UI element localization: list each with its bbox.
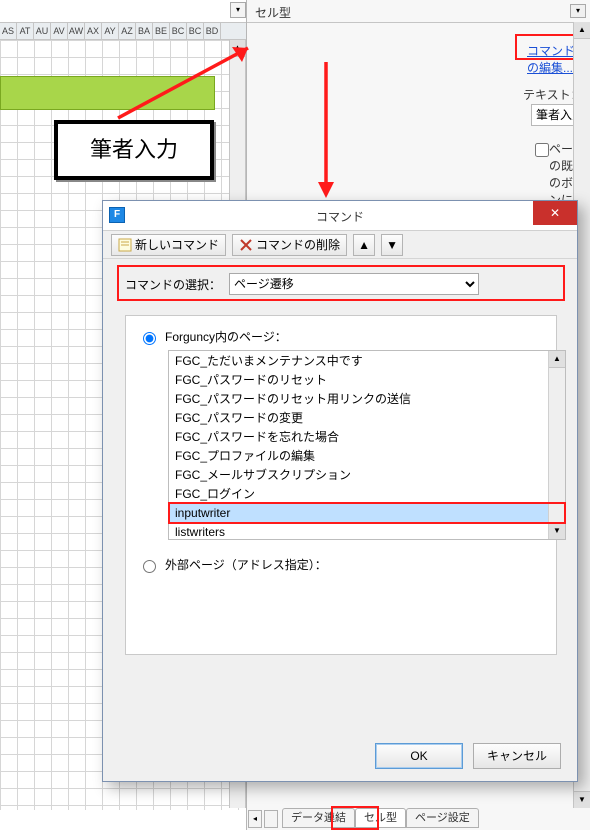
- scroll-down-icon[interactable]: ▼: [574, 791, 590, 808]
- dialog-toolbar: 新しいコマンド コマンドの削除 ▲ ▼: [103, 231, 577, 259]
- external-page-radio[interactable]: [143, 560, 156, 573]
- panel-collapse-icon[interactable]: ▾: [570, 4, 586, 18]
- button-cell-preview: 筆者入力: [54, 120, 214, 180]
- page-listbox[interactable]: FGC_ただいまメンテナンス中ですFGC_パスワードのリセットFGC_パスワード…: [168, 350, 566, 540]
- default-button-checkbox[interactable]: [535, 143, 549, 157]
- move-down-button[interactable]: ▼: [381, 234, 403, 256]
- column-header[interactable]: BA: [136, 23, 153, 41]
- new-command-button[interactable]: 新しいコマンド: [111, 234, 226, 256]
- page-list-item[interactable]: FGC_パスワードのリセット: [169, 370, 565, 389]
- column-header[interactable]: BC: [187, 23, 204, 41]
- scroll-up-icon[interactable]: ▲: [230, 40, 245, 57]
- delete-command-label: コマンドの削除: [256, 235, 340, 255]
- page-list-item[interactable]: listwriters: [169, 522, 565, 540]
- column-header[interactable]: AY: [102, 23, 119, 41]
- dialog-titlebar[interactable]: F コマンド ✕: [103, 201, 577, 231]
- delete-command-button[interactable]: コマンドの削除: [232, 234, 347, 256]
- column-header[interactable]: BD: [204, 23, 221, 41]
- scroll-down-icon[interactable]: ▼: [549, 522, 565, 539]
- page-list-item[interactable]: FGC_プロファイルの編集: [169, 446, 565, 465]
- column-headers: ASATAUAVAWAXAYAZBABEBCBCBD: [0, 22, 246, 40]
- column-header[interactable]: BE: [153, 23, 170, 41]
- new-command-label: 新しいコマンド: [135, 235, 219, 255]
- ok-button[interactable]: OK: [375, 743, 463, 769]
- column-header[interactable]: AU: [34, 23, 51, 41]
- internal-page-label: Forguncy内のページ：: [165, 328, 287, 345]
- command-select-label: コマンドの選択：: [125, 276, 221, 293]
- bottom-tab-bar: ◂ データ連結 セル型 ページ設定: [248, 806, 479, 828]
- listbox-scrollbar[interactable]: ▲ ▼: [548, 351, 565, 539]
- cancel-button[interactable]: キャンセル: [473, 743, 561, 769]
- tab-data-link[interactable]: データ連結: [282, 808, 355, 828]
- column-header[interactable]: AS: [0, 23, 17, 41]
- move-up-button[interactable]: ▲: [353, 234, 375, 256]
- tab-cell-type[interactable]: セル型: [355, 808, 406, 828]
- chevron-up-icon: ▲: [358, 235, 370, 255]
- dialog-title: コマンド: [103, 208, 577, 225]
- scroll-up-icon[interactable]: ▲: [574, 22, 590, 39]
- internal-page-radio-row[interactable]: Forguncy内のページ：: [138, 328, 544, 345]
- chevron-down-icon: ▼: [386, 235, 398, 255]
- name-box-dropdown[interactable]: ▾: [230, 2, 246, 18]
- tab-nav-left-icon[interactable]: ◂: [248, 810, 262, 828]
- page-list-item[interactable]: FGC_パスワードの変更: [169, 408, 565, 427]
- dialog-button-row: OK キャンセル: [103, 731, 577, 781]
- close-button[interactable]: ✕: [533, 201, 577, 225]
- dialog-body: コマンドの選択： ページ遷移 Forguncy内のページ： FGC_ただいまメン…: [103, 259, 577, 731]
- page-list-item[interactable]: inputwriter: [169, 503, 565, 522]
- page-list-item[interactable]: FGC_メールサブスクリプション: [169, 465, 565, 484]
- close-icon: ✕: [550, 206, 560, 220]
- column-header[interactable]: AV: [51, 23, 68, 41]
- command-dialog: F コマンド ✕ 新しいコマンド コマンドの削除 ▲ ▼ コマンドの選択： ペー…: [102, 200, 578, 782]
- page-list-item[interactable]: FGC_パスワードを忘れた場合: [169, 427, 565, 446]
- column-header[interactable]: AZ: [119, 23, 136, 41]
- page-list-item[interactable]: FGC_ただいまメンテナンス中です: [169, 351, 565, 370]
- tab-nav-box[interactable]: [264, 810, 278, 828]
- internal-page-radio[interactable]: [143, 332, 156, 345]
- external-page-radio-row[interactable]: 外部ページ（アドレス指定）：: [138, 556, 327, 573]
- page-list-item[interactable]: FGC_パスワードのリセット用リンクの送信: [169, 389, 565, 408]
- new-icon: [118, 238, 132, 252]
- page-list-item[interactable]: FGC_ログイン: [169, 484, 565, 503]
- selected-cell-fill: [0, 76, 215, 110]
- column-header[interactable]: AW: [68, 23, 85, 41]
- tab-page-settings[interactable]: ページ設定: [406, 808, 479, 828]
- page-target-panel: Forguncy内のページ： FGC_ただいまメンテナンス中ですFGC_パスワー…: [125, 315, 557, 655]
- external-page-label: 外部ページ（アドレス指定）：: [165, 556, 327, 573]
- column-header[interactable]: BC: [170, 23, 187, 41]
- column-header[interactable]: AX: [85, 23, 102, 41]
- command-select[interactable]: ページ遷移: [229, 273, 479, 295]
- side-panel-title: セル型: [255, 4, 291, 21]
- column-header[interactable]: AT: [17, 23, 34, 41]
- delete-icon: [239, 238, 253, 252]
- scroll-up-icon[interactable]: ▲: [549, 351, 565, 368]
